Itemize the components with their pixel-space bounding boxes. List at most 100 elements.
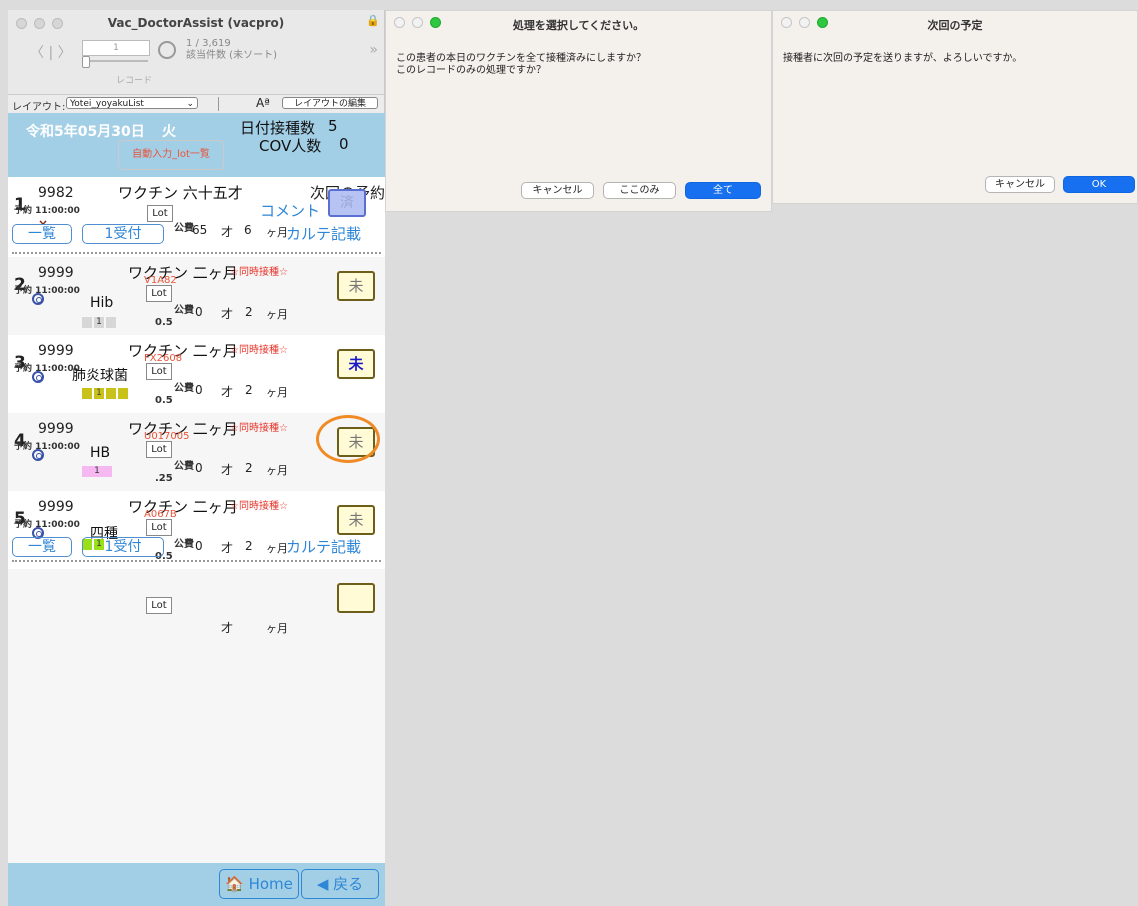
list-item-empty[interactable]: Lot 才 ヶ月: [8, 569, 385, 651]
list-item[interactable]: 1 9982 予約 11:00:00 ワクチン 六十五才 次回の予約 コメント …: [8, 177, 385, 257]
divider: [218, 97, 219, 111]
cancel-button[interactable]: キャンセル: [521, 182, 594, 199]
cov-count-label: COV人数: [259, 137, 322, 155]
reception-button[interactable]: 1受付: [82, 224, 164, 244]
toolbar-label: レコード: [116, 76, 153, 86]
list-item[interactable]: 5 9999 予約 11:00:00 ワクチン 二ヶ月 ☆同時接種☆ A067B…: [8, 491, 385, 569]
list-item[interactable]: 3 9999 予約 11:00:00 ワクチン 二ヶ月 ☆同時接種☆ FX260…: [8, 335, 385, 413]
layout-content: 令和5年05月30日 火 日付接種数 5 COV人数 0 自動入力_lot一覧 …: [8, 113, 385, 906]
double-circle-icon: [32, 293, 44, 305]
patient-id: 9999: [38, 343, 74, 359]
highlight-ring: [316, 415, 380, 463]
dialog-title: 処理を選択してください。: [512, 19, 645, 32]
footer-bar: 🏠 Home ◀ 戻る: [8, 863, 385, 906]
public-funding-label: 公費: [174, 539, 194, 550]
age-years-unit: 才: [221, 541, 234, 555]
lot-button[interactable]: Lot: [147, 205, 173, 222]
lot-button[interactable]: Lot: [146, 441, 172, 458]
ok-button[interactable]: OK: [1063, 176, 1135, 193]
home-button[interactable]: 🏠 Home: [219, 869, 299, 899]
age-months: 2: [245, 461, 253, 475]
toolbar-overflow-icon[interactable]: »: [369, 42, 378, 58]
chart-entry-link[interactable]: カルテ記載: [286, 223, 361, 244]
dose-count: 1: [94, 317, 104, 328]
patient-id: 9999: [38, 421, 74, 437]
back-button-label: 戻る: [333, 875, 364, 893]
dose-count: 1: [82, 466, 112, 477]
vaccine-type: Hib: [90, 295, 114, 311]
record-slider[interactable]: [82, 56, 148, 68]
age-months-unit: ヶ月: [266, 622, 288, 635]
lot-button[interactable]: Lot: [146, 597, 172, 614]
status-pending-button[interactable]: 未: [337, 271, 375, 301]
all-button[interactable]: 全て: [685, 182, 761, 199]
age-years-unit: 才: [221, 621, 234, 635]
vaccine-type: 肺炎球菌: [72, 368, 128, 384]
font-size-icon[interactable]: Aª: [256, 96, 270, 110]
reception-button[interactable]: 1受付: [82, 537, 164, 557]
home-icon: 🏠: [225, 875, 244, 893]
dose-amount: .25: [155, 473, 173, 484]
status-pending-button[interactable]: 未: [337, 505, 375, 535]
simultaneous-label: ☆同時接種☆: [230, 345, 288, 356]
found-set-pie-icon[interactable]: [158, 41, 176, 59]
layout-select[interactable]: Yotei_yoyakuList ⌄: [66, 97, 198, 109]
main-window: Vac_DoctorAssist (vacpro) 🔒 〈 | 〉 1 1 / …: [8, 10, 385, 906]
age-years: 0: [195, 539, 203, 553]
edit-layout-button[interactable]: レイアウトの編集: [282, 97, 378, 109]
layout-label: レイアウト:: [12, 102, 66, 113]
auto-lot-button[interactable]: 自動入力_lot一覧: [118, 140, 224, 170]
dose-amount: 0.5: [155, 317, 173, 328]
dose-blocks: 1: [82, 466, 112, 477]
age-years: 0: [195, 383, 203, 397]
dialog-title: 次回の予定: [927, 19, 983, 32]
lot-button[interactable]: Lot: [146, 285, 172, 302]
vaccine-name: ワクチン 六十五才: [118, 184, 243, 202]
age-months-unit: ヶ月: [266, 542, 288, 555]
appointment-time: 予約 11:00:00: [14, 442, 80, 452]
this-record-only-button[interactable]: ここのみ: [603, 182, 676, 199]
lot-button[interactable]: Lot: [146, 363, 172, 380]
cov-count-value: 0: [339, 135, 349, 153]
slider-knob[interactable]: [82, 56, 90, 68]
layout-bar: レイアウト: Yotei_yoyakuList ⌄ Aª レイアウトの編集: [8, 94, 384, 114]
dialog-message-line2: このレコードのみの処理ですか？: [396, 65, 546, 76]
status-empty-button[interactable]: [337, 583, 375, 613]
comment-link[interactable]: コメント: [260, 200, 320, 221]
divider: [12, 252, 381, 254]
date-label: 令和5年05月30日: [26, 124, 145, 140]
chart-entry-link[interactable]: カルテ記載: [286, 536, 361, 557]
record-nav-arrows-icon[interactable]: 〈 | 〉: [30, 42, 72, 62]
record-number-field[interactable]: 1: [82, 40, 150, 56]
age-months-unit: ヶ月: [266, 386, 288, 399]
patient-id: 9999: [38, 499, 74, 515]
dose-amount: 0.5: [155, 395, 173, 406]
public-funding-label: 公費: [174, 223, 194, 234]
list-item[interactable]: 4 9999 予約 11:00:00 ワクチン 二ヶ月 ☆同時接種☆ U0170…: [8, 413, 385, 491]
list-button[interactable]: 一覧: [12, 224, 72, 244]
dialog-message-line1: この患者の本日のワクチンを全て接種済みにしますか？: [396, 53, 646, 64]
public-funding-label: 公費: [174, 383, 194, 394]
double-circle-icon: [32, 371, 44, 383]
dialog-message: 接種者に次回の予定を送りますが、よろしいですか。: [783, 53, 1023, 64]
lock-icon: 🔒: [366, 14, 380, 27]
home-button-label: Home: [248, 875, 293, 893]
status-pending-button[interactable]: 未: [337, 349, 375, 379]
appointment-time: 予約 11:00:00: [14, 206, 80, 216]
back-button[interactable]: ◀ 戻る: [301, 869, 379, 899]
public-funding-label: 公費: [174, 461, 194, 472]
record-count-value: 1 / 3,619: [186, 38, 231, 49]
appointment-time: 予約 11:00:00: [14, 520, 80, 530]
record-count: 1 / 3,619 該当件数 (未ソート): [186, 38, 277, 62]
divider: [12, 560, 381, 562]
status-done-button[interactable]: 済: [328, 189, 366, 217]
age-years: 0: [195, 305, 203, 319]
list-button[interactable]: 一覧: [12, 537, 72, 557]
cancel-button[interactable]: キャンセル: [985, 176, 1055, 193]
weekday-label: 火: [162, 124, 176, 140]
appointment-time: 予約 11:00:00: [14, 364, 80, 374]
simultaneous-label: ☆同時接種☆: [230, 423, 288, 434]
list-item[interactable]: 2 9999 予約 11:00:00 ワクチン 二ヶ月 ☆同時接種☆ V1A82…: [8, 257, 385, 335]
process-select-dialog: 処理を選択してください。 この患者の本日のワクチンを全て接種済みにしますか？ こ…: [385, 10, 772, 212]
lot-button[interactable]: Lot: [146, 519, 172, 536]
